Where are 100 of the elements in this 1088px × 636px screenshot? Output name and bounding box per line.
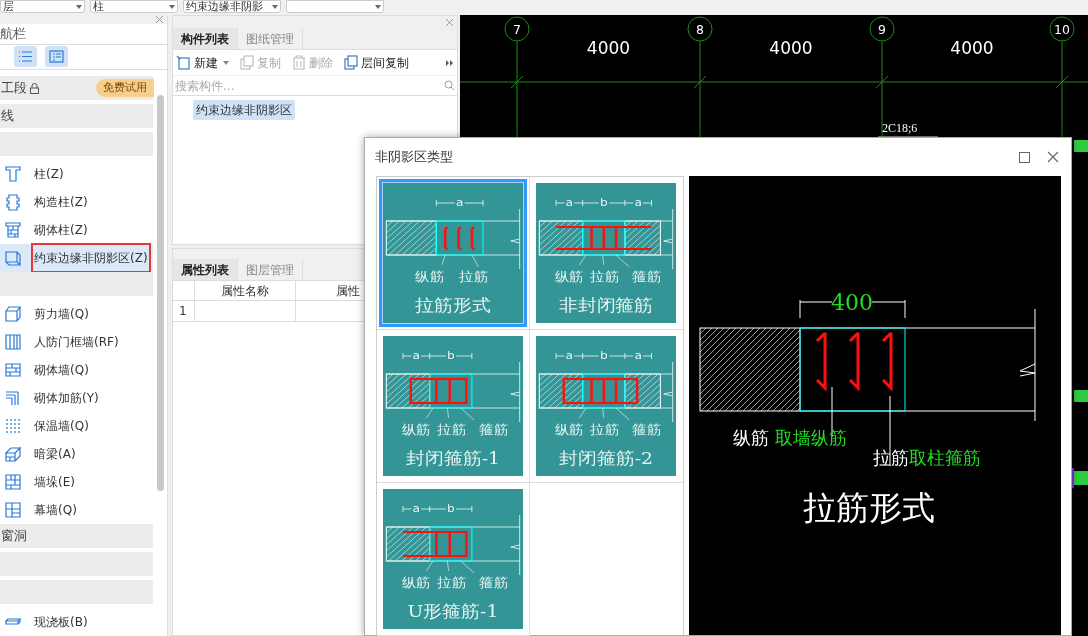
nav-item[interactable]: 现浇板(B) (0, 608, 153, 636)
more-icon[interactable] (446, 58, 454, 67)
rebar-label: 拉筋 (590, 268, 620, 284)
element-icon (4, 333, 22, 351)
tab[interactable]: 属性列表 (173, 259, 238, 280)
toolbar-button[interactable]: 新建 (176, 53, 229, 72)
axis-label: 10 (1054, 21, 1070, 37)
column-header: 属性名称 (195, 281, 296, 300)
element-icon (4, 417, 22, 435)
type-title: 封闭箍筋-1 (405, 447, 501, 468)
rebar-label: 纵筋 取墙纵筋 (733, 427, 847, 448)
dialog-title: 非阴影区类型 (375, 148, 454, 167)
dimension-label: a (412, 501, 421, 515)
nav-item[interactable]: 剪力墙(Q) (0, 300, 153, 328)
panel-title: 航栏 (0, 25, 26, 44)
dimension-label: a (634, 348, 642, 362)
element-icon (4, 501, 22, 519)
trial-badge[interactable]: 免费试用 (96, 78, 154, 98)
row-number: 1 (173, 301, 195, 321)
element-icon (4, 249, 22, 267)
dimension-label: a (565, 195, 574, 209)
element-icon (4, 305, 22, 323)
type-title: U形箍筋-1 (407, 600, 499, 621)
nav-item[interactable]: 幕墙(Q) (0, 496, 153, 524)
nav-item[interactable]: 暗梁(A) (0, 440, 153, 468)
element-icon (4, 165, 22, 183)
nav-item[interactable]: 人防门框墙(RF) (0, 328, 153, 356)
rebar-label: 箍筋 (479, 574, 509, 590)
type-title: 拉筋形式 (803, 488, 935, 527)
search-field[interactable]: 搜索构件... (175, 76, 444, 95)
type-title: 非封闭箍筋 (558, 294, 654, 315)
close-icon[interactable] (156, 16, 163, 24)
rebar-label: 箍筋 (632, 421, 662, 437)
dropdown[interactable]: 柱 (90, 0, 178, 13)
element-icon (4, 361, 22, 379)
dropdown[interactable]: 约束边缘非阴影 (183, 0, 281, 13)
axis-label: 7 (513, 21, 521, 37)
rebar-label: 纵筋 (401, 421, 432, 437)
search-icon[interactable] (444, 80, 455, 91)
nav-item[interactable]: 保温墙(Q) (0, 412, 153, 440)
dimension-label: b (599, 348, 608, 362)
element-icon (4, 193, 22, 211)
dimension-label: a (565, 348, 574, 362)
rebar-label: 拉筋 (437, 421, 467, 437)
rebar-label: 纵筋 (401, 574, 432, 590)
dimension-label: 400 (831, 290, 873, 315)
type-title: 拉筋形式 (415, 294, 491, 315)
nav-item[interactable]: 约束边缘非阴影区(Z) (0, 244, 153, 272)
close-icon[interactable] (1047, 151, 1059, 163)
nav-item[interactable]: 柱(Z) (0, 160, 153, 188)
caret-icon (375, 4, 381, 9)
caret-icon (76, 4, 82, 9)
dimension-label: 4000 (950, 38, 994, 58)
dimension-label: b (599, 195, 608, 209)
list-item[interactable]: 约束边缘非阴影区 (193, 100, 295, 120)
element-icon (4, 389, 22, 407)
caret-icon (169, 4, 175, 9)
nav-item[interactable]: 墙垛(E) (0, 468, 153, 496)
group-header[interactable]: 工段 免费试用 (0, 76, 153, 100)
rebar-label: 箍筋 (479, 421, 509, 437)
group-header[interactable]: 窗洞 (0, 524, 153, 548)
rebar-label: 纵筋 (554, 421, 585, 437)
axis-label: 9 (878, 21, 886, 37)
rebar-label: 纵筋 (414, 268, 445, 284)
rebar-label: 箍筋 (632, 268, 662, 284)
caret-icon (272, 4, 278, 9)
dimension-label: b (446, 501, 455, 515)
axis-label: 8 (696, 21, 704, 37)
rebar-label: 拉筋 (459, 268, 489, 284)
dimension-label: a (634, 195, 642, 209)
dimension-label: 4000 (769, 38, 813, 58)
maximize-icon[interactable] (1019, 151, 1030, 163)
close-icon[interactable] (446, 18, 453, 26)
element-icon (4, 445, 22, 463)
rebar-label: 纵筋 (554, 268, 585, 284)
element-icon (4, 473, 22, 491)
nav-item[interactable]: 砌体加筋(Y) (0, 384, 153, 412)
nav-item[interactable]: 砌体柱(Z) (0, 216, 153, 244)
dropdown[interactable]: 层 (0, 0, 85, 13)
type-title: 封闭箍筋-2 (558, 447, 654, 468)
group-header[interactable]: 线 (0, 104, 153, 128)
scrollbar[interactable] (157, 95, 164, 491)
rebar-label: 拉筋 (590, 421, 620, 437)
dimension-label: 4000 (586, 38, 631, 58)
trash-icon (291, 55, 306, 70)
rebar-label: 拉筋取柱箍筋 (873, 447, 981, 468)
nav-item[interactable]: 砌体墙(Q) (0, 356, 153, 384)
copy-icon (343, 55, 358, 70)
tab[interactable]: 构件列表 (173, 28, 238, 49)
rebar-annotation: 2C18;6 (882, 121, 918, 135)
dimension-label: b (446, 348, 455, 362)
element-icon (4, 221, 22, 239)
nav-item[interactable]: 构造柱(Z) (0, 188, 153, 216)
dropdown[interactable] (286, 0, 384, 13)
dimension-label: a (412, 348, 421, 362)
new-file-icon (176, 55, 191, 70)
rebar-label: 拉筋 (437, 574, 467, 590)
column-header: 属性 (335, 282, 360, 300)
copy-icon (239, 55, 254, 70)
toolbar-button[interactable]: 层间复制 (343, 53, 409, 72)
